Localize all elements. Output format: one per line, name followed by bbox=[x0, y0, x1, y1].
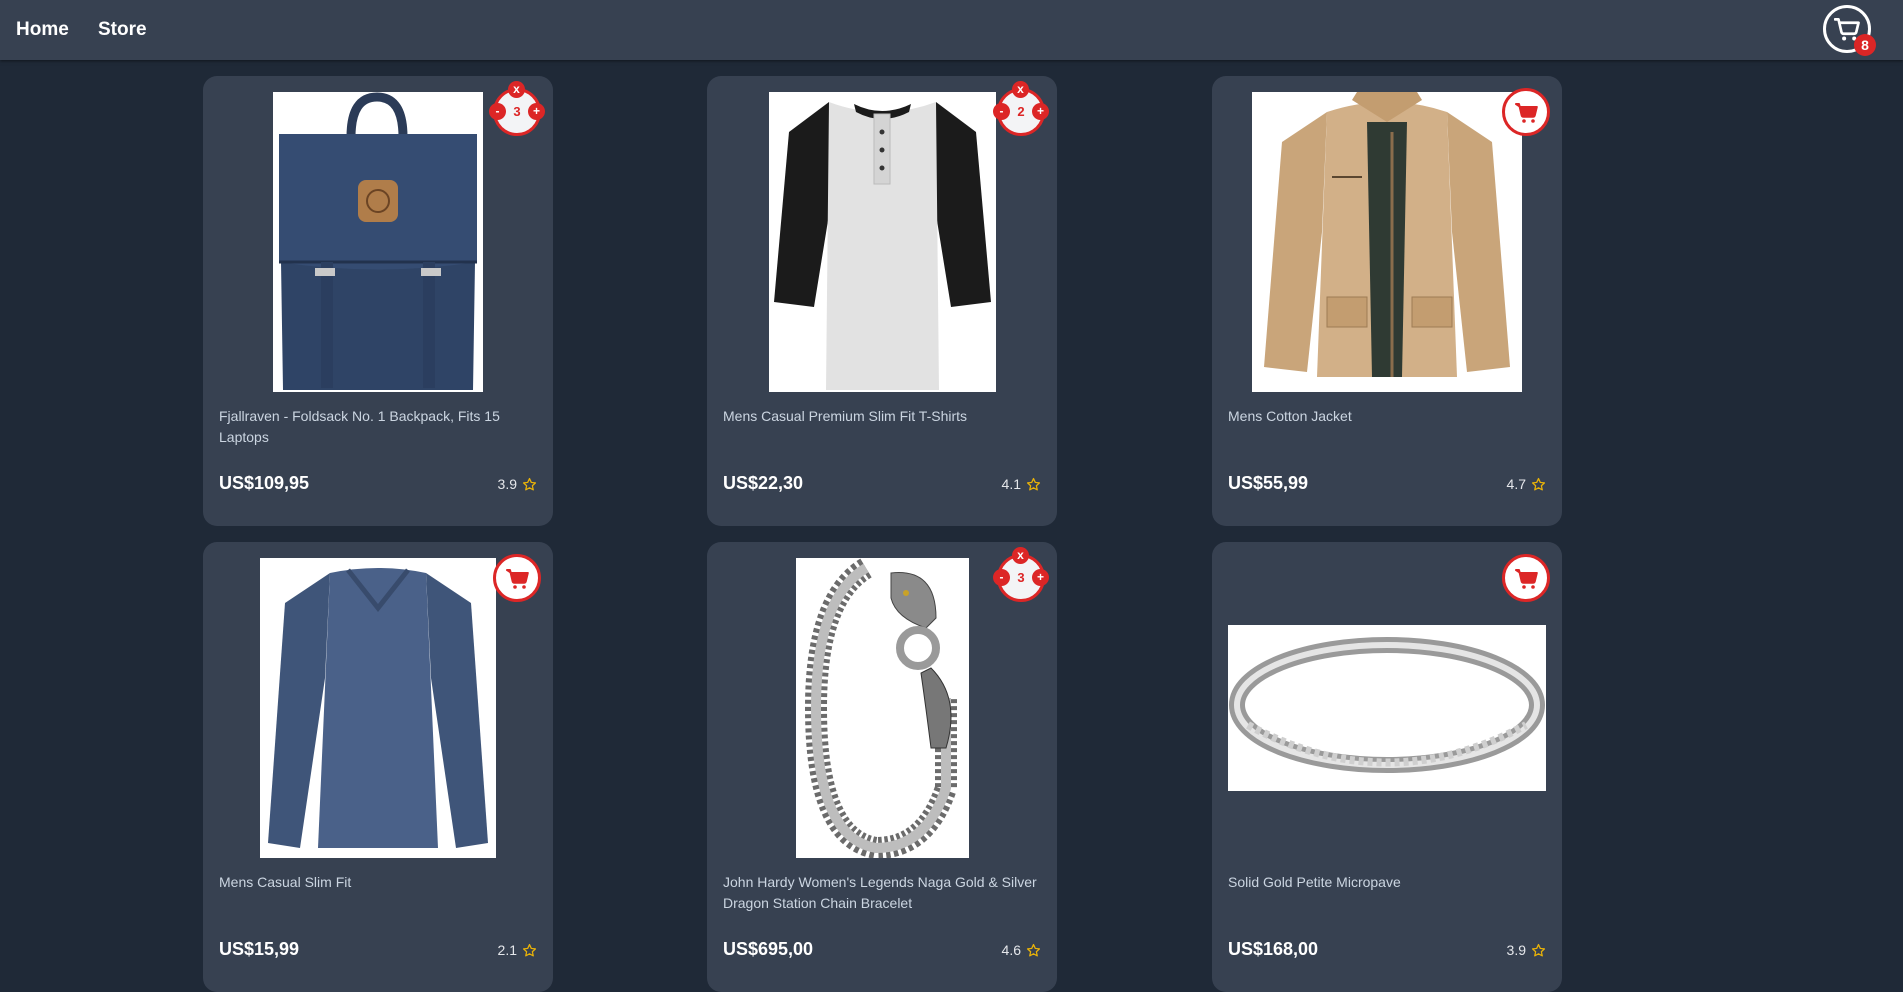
quantity-stepper: 2 x - + bbox=[993, 81, 1049, 136]
product-image bbox=[795, 558, 969, 858]
decrease-quantity-button[interactable]: - bbox=[993, 569, 1010, 586]
add-to-cart-button[interactable] bbox=[1502, 88, 1550, 136]
product-rating: 2.1 bbox=[498, 942, 537, 958]
product-card: 2 x - + Mens Casual Premium Slim Fit T-S… bbox=[707, 76, 1057, 526]
product-image bbox=[260, 558, 496, 858]
increase-quantity-button[interactable]: + bbox=[1032, 103, 1049, 120]
rating-value: 3.9 bbox=[497, 476, 517, 492]
product-image bbox=[768, 92, 996, 392]
star-icon bbox=[1531, 943, 1546, 956]
product-card: Mens Casual Slim Fit US$15,99 2.1 bbox=[203, 542, 553, 992]
quantity-stepper: 3 x - + bbox=[993, 547, 1049, 602]
navbar: Home Store 8 bbox=[0, 0, 1903, 60]
product-image-frame bbox=[1228, 92, 1546, 392]
product-rating: 3.9 bbox=[1507, 942, 1546, 958]
product-card: 3 x - + John Hardy Women's Legends Naga … bbox=[707, 542, 1057, 992]
star-icon bbox=[522, 477, 537, 490]
product-card: 3 x - + Fjallraven - Foldsack No. 1 Back… bbox=[203, 76, 553, 526]
add-to-cart-button[interactable] bbox=[493, 554, 541, 602]
product-image bbox=[1228, 625, 1546, 791]
product-price: US$15,99 bbox=[219, 939, 300, 959]
product-title: Solid Gold Petite Micropave bbox=[1228, 874, 1401, 890]
rating-value: 3.9 bbox=[1506, 942, 1526, 958]
increase-quantity-button[interactable]: + bbox=[1032, 569, 1049, 586]
remove-from-cart-button[interactable]: x bbox=[1012, 547, 1029, 564]
product-rating: 3.9 bbox=[498, 476, 537, 492]
product-image-frame bbox=[723, 558, 1041, 858]
rating-value: 4.1 bbox=[1001, 476, 1021, 492]
product-rating: 4.1 bbox=[1002, 476, 1041, 492]
star-icon bbox=[1531, 477, 1546, 490]
quantity-stepper: 3 x - + bbox=[489, 81, 545, 136]
star-icon bbox=[1026, 477, 1041, 490]
product-image bbox=[273, 92, 483, 392]
rating-value: 2.1 bbox=[497, 942, 517, 958]
cart-count-badge: 8 bbox=[1854, 34, 1876, 56]
product-title: Mens Cotton Jacket bbox=[1228, 408, 1352, 424]
rating-value: 4.7 bbox=[1506, 476, 1526, 492]
product-price: US$55,99 bbox=[1228, 473, 1309, 493]
product-image-frame bbox=[219, 92, 537, 392]
product-title: Fjallraven - Foldsack No. 1 Backpack, Fi… bbox=[219, 408, 500, 445]
star-icon bbox=[1026, 943, 1041, 956]
product-image-frame bbox=[723, 92, 1041, 392]
product-title: John Hardy Women's Legends Naga Gold & S… bbox=[723, 874, 1037, 911]
shopping-cart-icon bbox=[1515, 103, 1538, 123]
product-card: Solid Gold Petite Micropave US$168,00 3.… bbox=[1212, 542, 1562, 992]
increase-quantity-button[interactable]: + bbox=[528, 103, 545, 120]
decrease-quantity-button[interactable]: - bbox=[489, 103, 506, 120]
product-image bbox=[1252, 92, 1522, 392]
nav-home-link[interactable]: Home bbox=[16, 19, 69, 41]
product-image-frame bbox=[1228, 558, 1546, 858]
shopping-cart-icon bbox=[506, 569, 529, 589]
product-rating: 4.6 bbox=[1002, 942, 1041, 958]
nav-store-link[interactable]: Store bbox=[98, 19, 147, 41]
rating-value: 4.6 bbox=[1001, 942, 1021, 958]
cart-button[interactable]: 8 bbox=[1823, 5, 1876, 56]
remove-from-cart-button[interactable]: x bbox=[1012, 81, 1029, 98]
product-price: US$22,30 bbox=[723, 473, 804, 493]
shopping-cart-icon bbox=[1515, 569, 1538, 589]
product-title: Mens Casual Premium Slim Fit T-Shirts bbox=[723, 408, 968, 424]
product-price: US$695,00 bbox=[723, 939, 814, 959]
add-to-cart-button[interactable] bbox=[1502, 554, 1550, 602]
product-card: Mens Cotton Jacket US$55,99 4.7 bbox=[1212, 76, 1562, 526]
product-price: US$168,00 bbox=[1228, 939, 1319, 959]
product-rating: 4.7 bbox=[1507, 476, 1546, 492]
product-image-frame bbox=[219, 558, 537, 858]
decrease-quantity-button[interactable]: - bbox=[993, 103, 1010, 120]
star-icon bbox=[522, 943, 537, 956]
remove-from-cart-button[interactable]: x bbox=[508, 81, 525, 98]
product-price: US$109,95 bbox=[219, 473, 310, 493]
product-title: Mens Casual Slim Fit bbox=[219, 874, 352, 890]
